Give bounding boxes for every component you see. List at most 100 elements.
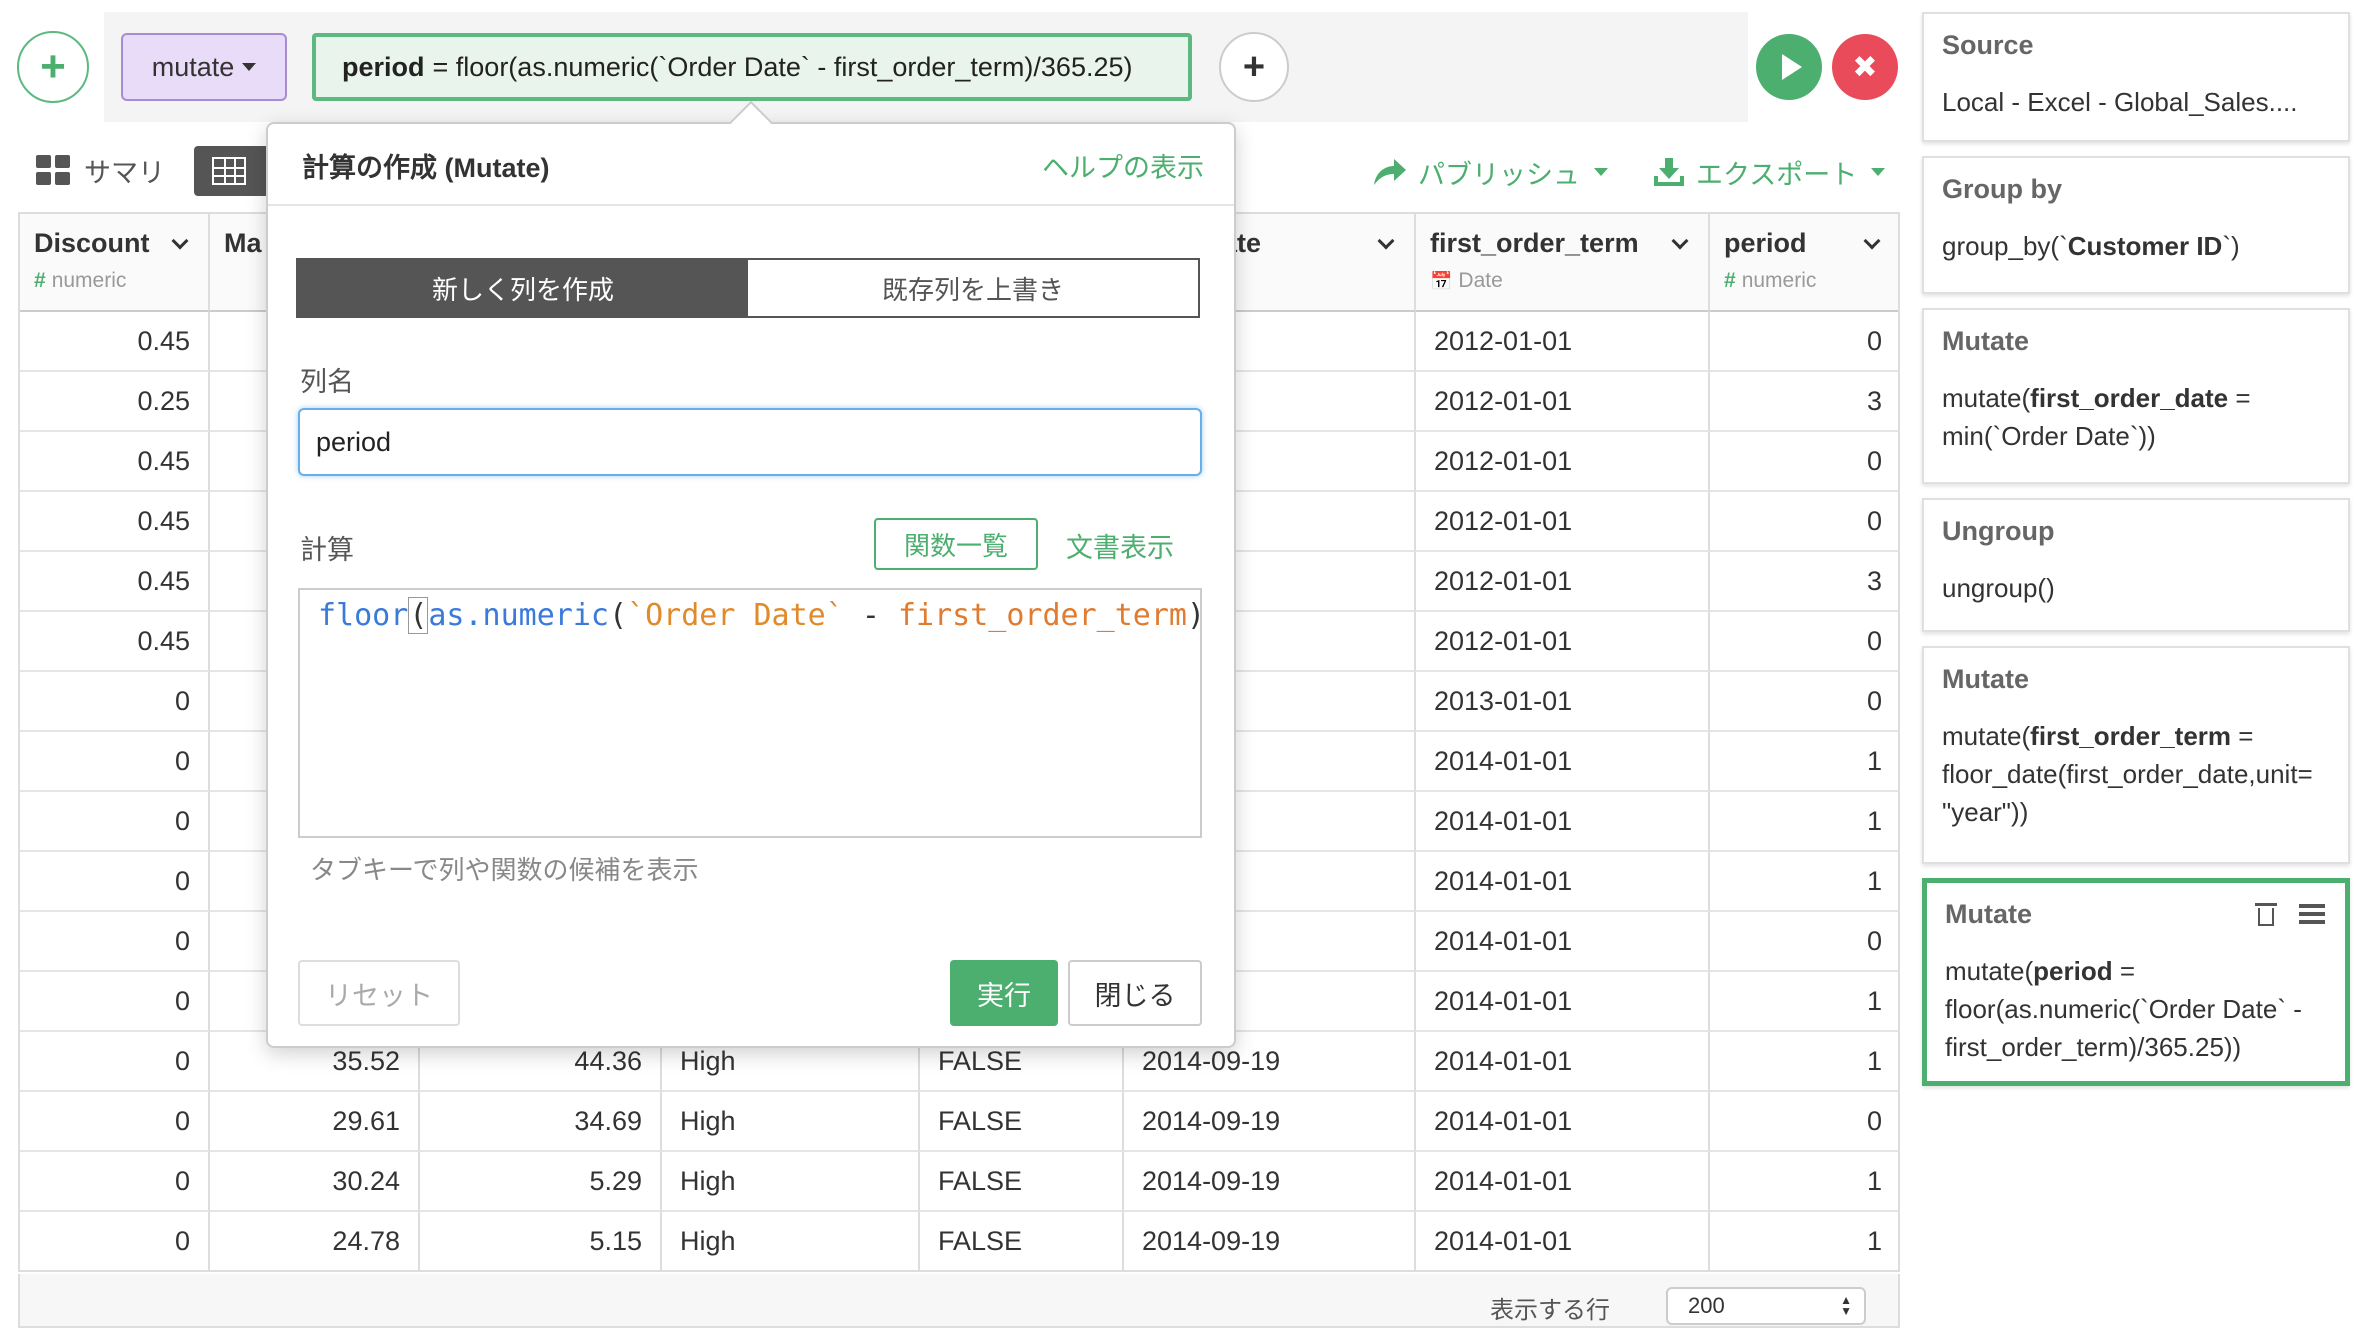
column-type-label: numeric	[51, 269, 127, 292]
table-cell: 1	[1710, 1212, 1898, 1270]
rows-label: 表示する行	[1490, 1297, 1610, 1324]
command-expression: = floor(as.numeric(`Order Date` - first_…	[432, 51, 1133, 82]
step-card-mutate[interactable]: Mutate mutate(first_order_term = floor_da…	[1922, 646, 2350, 864]
table-cell: High	[662, 1212, 920, 1270]
add-step-button[interactable]: +	[17, 31, 89, 103]
step-body-text: period	[2033, 956, 2113, 986]
table-cell: 0.45	[20, 432, 210, 492]
trash-icon[interactable]	[2255, 901, 2277, 927]
step-body-text: Customer ID	[2067, 231, 2223, 261]
column-header-name: first_order_term	[1430, 228, 1690, 259]
table-cell: High	[662, 1152, 920, 1212]
table-cell: 0	[1710, 912, 1898, 972]
table-cell: 1	[1710, 1032, 1898, 1092]
add-argument-button[interactable]: +	[1219, 32, 1289, 102]
mode-overwrite-column[interactable]: 既存列を上書き	[748, 260, 1198, 316]
publish-button[interactable]: パブリッシュ	[1372, 148, 1608, 196]
table-cell: 2012-01-01	[1416, 612, 1710, 672]
table-cell: 5.15	[420, 1212, 662, 1270]
column-name: Ma	[224, 228, 262, 258]
code-token: as.numeric	[428, 598, 609, 633]
table-cell: 2012-01-01	[1416, 372, 1710, 432]
table-cell: 2014-09-19	[1124, 1212, 1416, 1270]
table-cell: 0	[1710, 1092, 1898, 1152]
table-cell: 2014-01-01	[1416, 912, 1710, 972]
column-name: Discount	[34, 228, 150, 258]
step-body-text: first_order_term	[2030, 721, 2232, 751]
docs-link[interactable]: 文書表示	[1066, 526, 1174, 565]
menu-icon[interactable]	[2299, 904, 2325, 924]
code-token: (	[408, 597, 429, 634]
export-button[interactable]: エクスポート	[1652, 148, 1886, 196]
step-actions	[2255, 901, 2325, 927]
column-name-label: 列名	[300, 367, 354, 397]
chevron-down-icon[interactable]	[171, 232, 189, 249]
chevron-down-icon[interactable]	[1377, 232, 1395, 249]
step-body: mutate(first_order_term = floor_date(fir…	[1942, 717, 2330, 831]
step-card-group-by[interactable]: Group by group_by(`Customer ID`)	[1922, 156, 2350, 294]
command-label: mutate	[151, 51, 235, 82]
column-header[interactable]: period # numeric	[1710, 214, 1898, 312]
table-cell: 0	[20, 1212, 210, 1270]
rows-per-page-select[interactable]: 200 ▲ ▼	[1666, 1287, 1866, 1325]
help-link[interactable]: ヘルプの表示	[1042, 146, 1204, 185]
table-cell: 3	[1710, 552, 1898, 612]
table-cell: 2014-01-01	[1416, 792, 1710, 852]
summary-tab[interactable]: サマリ	[36, 146, 165, 194]
step-body: Local - Excel - Global_Sales....	[1942, 83, 2330, 121]
hash-icon: #	[1724, 269, 1736, 292]
step-card-mutate[interactable]: Mutate mutate(period = floor(as.numeric(`…	[1922, 878, 2350, 1086]
function-list-button[interactable]: 関数一覧	[874, 518, 1038, 570]
rows-per-page-value: 200	[1688, 1293, 1725, 1318]
run-button[interactable]	[1756, 34, 1822, 100]
step-title: Source	[1942, 30, 2034, 60]
table-cell: 0	[1710, 672, 1898, 732]
share-icon	[1374, 159, 1406, 185]
close-button[interactable]: 閉じる	[1068, 960, 1202, 1026]
step-title: Mutate	[1942, 326, 2029, 356]
reset-button[interactable]: リセット	[298, 960, 460, 1026]
step-body-text: `)	[2222, 231, 2240, 261]
divider	[268, 204, 1234, 206]
column-header[interactable]: Discount # numeric	[20, 214, 210, 312]
code-token: (	[609, 598, 628, 633]
calculation-label: 計算	[300, 535, 354, 565]
execute-button[interactable]: 実行	[950, 960, 1058, 1026]
editor-hint: タブキーで列や関数の候補を表示	[310, 855, 699, 885]
table-cell: 5.29	[420, 1152, 662, 1212]
table-cell: 2014-09-19	[1124, 1152, 1416, 1212]
summary-tab-label: サマリ	[84, 157, 165, 188]
column-type: 📅 Date	[1430, 269, 1690, 293]
column-header[interactable]: first_order_term 📅 Date	[1416, 214, 1710, 312]
code-token: -	[843, 598, 898, 633]
step-card-source[interactable]: Source Local - Excel - Global_Sales....	[1922, 12, 2350, 142]
command-target-column: period	[342, 51, 425, 82]
column-type-label: numeric	[1741, 269, 1817, 292]
step-body: ungroup()	[1942, 569, 2330, 607]
table-cell: High	[662, 1092, 920, 1152]
table-cell: 2014-09-19	[1124, 1092, 1416, 1152]
mode-toggle: 新しく列を作成 既存列を上書き	[296, 258, 1200, 318]
table-cell: 29.61	[210, 1092, 420, 1152]
table-cell: 0	[20, 1092, 210, 1152]
column-name-input[interactable]: period	[298, 408, 1202, 476]
table-cell: 2013-01-01	[1416, 672, 1710, 732]
chevron-down-icon[interactable]	[1671, 232, 1689, 249]
cancel-button[interactable]: ✖	[1832, 34, 1898, 100]
table-cell: 2014-01-01	[1416, 852, 1710, 912]
table-cell: 0	[20, 1152, 210, 1212]
mode-new-column[interactable]: 新しく列を作成	[298, 260, 748, 316]
step-title: Ungroup	[1942, 516, 2055, 546]
step-card-mutate[interactable]: Mutate mutate(first_order_date = min(`Ord…	[1922, 308, 2350, 484]
command-dropdown[interactable]: mutate	[121, 33, 287, 101]
expression-editor[interactable]: floor(as.numeric(`Order Date` - first_or…	[298, 588, 1202, 838]
table-cell: 34.69	[420, 1092, 662, 1152]
command-input[interactable]: period = floor(as.numeric(`Order Date` -…	[312, 33, 1192, 101]
table-cell: 2012-01-01	[1416, 312, 1710, 372]
step-card-ungroup[interactable]: Ungroup ungroup()	[1922, 498, 2350, 632]
table-cell: 2012-01-01	[1416, 552, 1710, 612]
chevron-down-icon[interactable]	[1863, 232, 1881, 249]
table-footer	[18, 1274, 1900, 1328]
download-icon	[1654, 158, 1684, 186]
step-title: Group by	[1942, 174, 2062, 204]
